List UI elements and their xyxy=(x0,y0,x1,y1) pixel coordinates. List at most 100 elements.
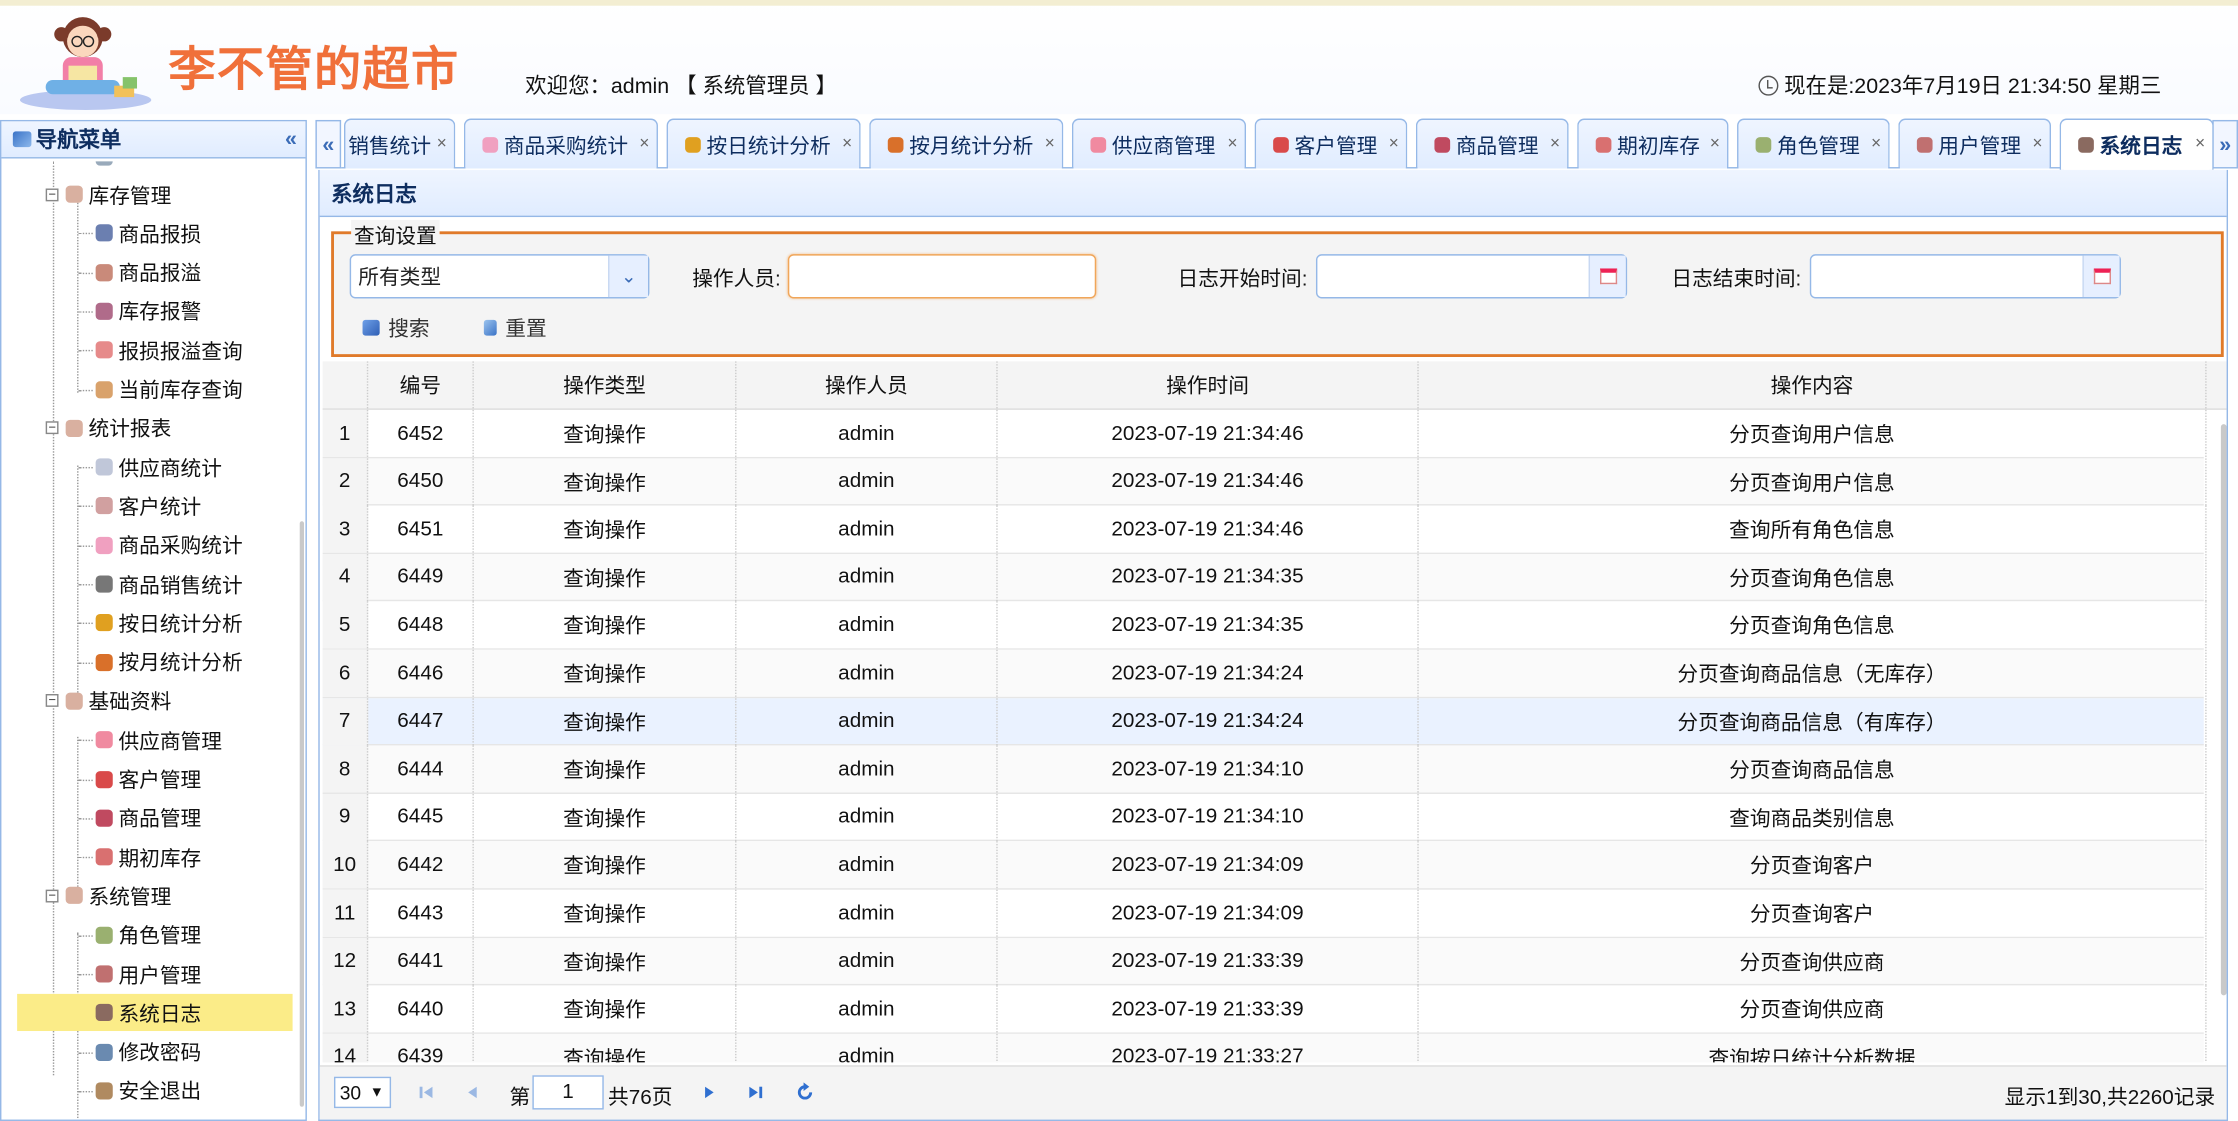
sidebar-item-1-0[interactable]: 供应商统计 xyxy=(95,449,222,486)
sidebar-item-0-0[interactable]: 商品报损 xyxy=(95,215,201,252)
close-icon[interactable]: × xyxy=(1227,133,1237,153)
column-header[interactable]: 操作内容 xyxy=(1419,361,2207,409)
sidebar-item-2-1[interactable]: 客户管理 xyxy=(95,760,201,797)
table-cell: 分页查询客户 xyxy=(1419,889,2207,937)
sidebar-item-1-1[interactable]: 客户统计 xyxy=(95,488,201,525)
sidebar-item-2-2[interactable]: 商品管理 xyxy=(95,799,201,836)
table-row[interactable]: 11 6443 查询操作 admin 2023-07-19 21:34:09 分页查询客户 xyxy=(322,889,2207,938)
page-number-input[interactable]: 1 xyxy=(532,1075,604,1110)
collapse-toggle-icon[interactable]: − xyxy=(45,187,59,201)
first-page-icon[interactable] xyxy=(417,1081,437,1104)
tab-icon xyxy=(1090,136,1107,153)
collapse-toggle-icon[interactable]: − xyxy=(45,694,59,708)
table-cell: 查询操作 xyxy=(474,841,737,889)
table-row[interactable]: 3 6451 查询操作 admin 2023-07-19 21:34:46 查询所有角色信… xyxy=(322,505,2207,554)
column-header[interactable]: 操作时间 xyxy=(998,361,1419,409)
reset-button[interactable]: 重置 xyxy=(483,308,547,345)
column-header[interactable]: 操作人员 xyxy=(736,361,998,409)
collapse-toggle-icon[interactable]: − xyxy=(45,421,59,435)
column-header[interactable]: 编号 xyxy=(368,361,474,409)
row-number: 5 xyxy=(322,601,369,649)
tab-4[interactable]: 供应商管理 × xyxy=(1071,118,1247,169)
menu-item-icon xyxy=(95,731,113,749)
last-page-icon[interactable] xyxy=(745,1081,765,1104)
close-icon[interactable]: × xyxy=(2032,133,2042,153)
tab-8[interactable]: 角色管理 × xyxy=(1737,118,1890,169)
tab-7[interactable]: 期初库存 × xyxy=(1577,118,1729,169)
close-icon[interactable]: × xyxy=(1710,133,1720,153)
tab-1[interactable]: 商品采购统计 × xyxy=(463,118,658,169)
sidebar-item-1-2[interactable]: 商品采购统计 xyxy=(95,526,243,563)
tab-9[interactable]: 用户管理 × xyxy=(1898,118,2052,169)
sidebar-collapse-button[interactable]: « xyxy=(285,127,297,151)
next-page-icon[interactable] xyxy=(699,1081,719,1104)
table-row[interactable]: 5 6448 查询操作 admin 2023-07-19 21:34:35 分页查询角色信… xyxy=(322,601,2207,650)
calendar-icon[interactable] xyxy=(1588,255,1626,298)
table-row[interactable]: 12 6441 查询操作 admin 2023-07-19 21:33:39 分页查询供应… xyxy=(322,937,2207,986)
sidebar-item-3-1[interactable]: 用户管理 xyxy=(95,955,201,992)
sidebar-item-3-0[interactable]: 角色管理 xyxy=(95,916,201,953)
tab-6[interactable]: 商品管理 × xyxy=(1415,118,1569,169)
tab-0[interactable]: 销售统计 × xyxy=(343,118,456,169)
sidebar-item-1-4[interactable]: 按日统计分析 xyxy=(95,604,243,641)
close-icon[interactable]: × xyxy=(842,133,852,153)
operator-input[interactable] xyxy=(787,254,1097,299)
sidebar-item-2-0[interactable]: 供应商管理 xyxy=(95,721,222,758)
tab-scroll-right-button[interactable]: » xyxy=(2212,119,2238,169)
sidebar-item-1-5[interactable]: 按月统计分析 xyxy=(95,643,243,680)
tab-5[interactable]: 客户管理 × xyxy=(1254,118,1408,169)
tab-scroll-left-button[interactable]: « xyxy=(315,119,342,169)
table-cell: 6448 xyxy=(368,601,474,649)
folder-icon xyxy=(65,185,83,203)
table-row[interactable]: 8 6444 查询操作 admin 2023-07-19 21:34:10 分页查询商品信… xyxy=(322,745,2207,794)
sidebar-item-3-3[interactable]: 修改密码 xyxy=(95,1033,201,1070)
refresh-icon[interactable] xyxy=(795,1081,815,1104)
sidebar-item-label: 当前库存查询 xyxy=(118,379,243,403)
table-row[interactable]: 14 6439 查询操作 admin 2023-07-19 21:33:27 查询按日统计… xyxy=(322,1033,2207,1063)
calendar-icon[interactable] xyxy=(2082,255,2120,298)
close-icon[interactable]: × xyxy=(639,133,649,153)
tab-10[interactable]: 系统日志 × xyxy=(2059,118,2214,170)
sidebar-item-0-1[interactable]: 商品报溢 xyxy=(95,254,201,291)
tab-2[interactable]: 按日统计分析 × xyxy=(666,118,861,169)
prev-page-icon[interactable] xyxy=(462,1081,482,1104)
sidebar-item-0-3[interactable]: 报损报溢查询 xyxy=(95,332,243,369)
sidebar-item-1-3[interactable]: 商品销售统计 xyxy=(95,565,243,602)
close-icon[interactable]: × xyxy=(1871,133,1881,153)
table-scrollbar[interactable] xyxy=(2220,424,2227,996)
close-icon[interactable]: × xyxy=(1550,133,1560,153)
tab-3[interactable]: 按月统计分析 × xyxy=(869,118,1064,169)
close-icon[interactable]: × xyxy=(437,133,447,153)
close-icon[interactable]: × xyxy=(1045,133,1055,153)
page-size-select[interactable]: 30 ▼ xyxy=(333,1076,392,1109)
table-row[interactable]: 7 6447 查询操作 admin 2023-07-19 21:34:24 分页查询商品信… xyxy=(322,697,2207,746)
collapse-toggle-icon[interactable]: − xyxy=(45,889,59,903)
tree-group-1[interactable]: − 统计报表 xyxy=(45,410,171,447)
table-row[interactable]: 1 6452 查询操作 admin 2023-07-19 21:34:46 分页查询用户信… xyxy=(322,409,2207,458)
sidebar-item-0-4[interactable]: 当前库存查询 xyxy=(95,371,243,408)
sidebar-item-3-2[interactable]: 系统日志 xyxy=(17,994,293,1032)
close-icon[interactable]: × xyxy=(1389,133,1399,153)
start-time-input[interactable] xyxy=(1315,254,1628,299)
tree-group-2[interactable]: − 基础资料 xyxy=(45,682,171,719)
end-time-input[interactable] xyxy=(1809,254,2121,299)
sidebar-scrollbar[interactable] xyxy=(299,521,305,1107)
table-row[interactable]: 6 6446 查询操作 admin 2023-07-19 21:34:24 分页查询商品信… xyxy=(322,649,2207,698)
tree-group-0[interactable]: − 库存管理 xyxy=(45,176,171,213)
table-row[interactable]: 10 6442 查询操作 admin 2023-07-19 21:34:09 分页查询客户 xyxy=(322,841,2207,890)
table-row[interactable]: 13 6440 查询操作 admin 2023-07-19 21:33:39 分页查询供应… xyxy=(322,985,2207,1034)
sidebar-item-3-4[interactable]: 安全退出 xyxy=(95,1072,201,1109)
log-type-select[interactable]: 所有类型 ⌄ xyxy=(349,254,650,299)
table-row[interactable]: 9 6445 查询操作 admin 2023-07-19 21:34:10 查询商品类别信… xyxy=(322,793,2207,842)
close-icon[interactable]: × xyxy=(2195,133,2205,153)
table-row[interactable]: 4 6449 查询操作 admin 2023-07-19 21:34:35 分页查询角色信… xyxy=(322,553,2207,602)
row-number: 14 xyxy=(322,1033,369,1063)
table-row[interactable]: 2 6450 查询操作 admin 2023-07-19 21:34:46 分页查询用户信… xyxy=(322,457,2207,506)
tree-group-3[interactable]: − 系统管理 xyxy=(45,877,171,914)
column-header[interactable]: 操作类型 xyxy=(474,361,737,409)
sidebar-item-0-2[interactable]: 库存报警 xyxy=(95,293,201,330)
sidebar-item-2-3[interactable]: 期初库存 xyxy=(95,838,201,875)
search-button[interactable]: 搜索 xyxy=(362,308,430,345)
chevron-down-icon[interactable]: ⌄ xyxy=(608,255,648,298)
tab-label: 销售统计 xyxy=(348,134,432,158)
